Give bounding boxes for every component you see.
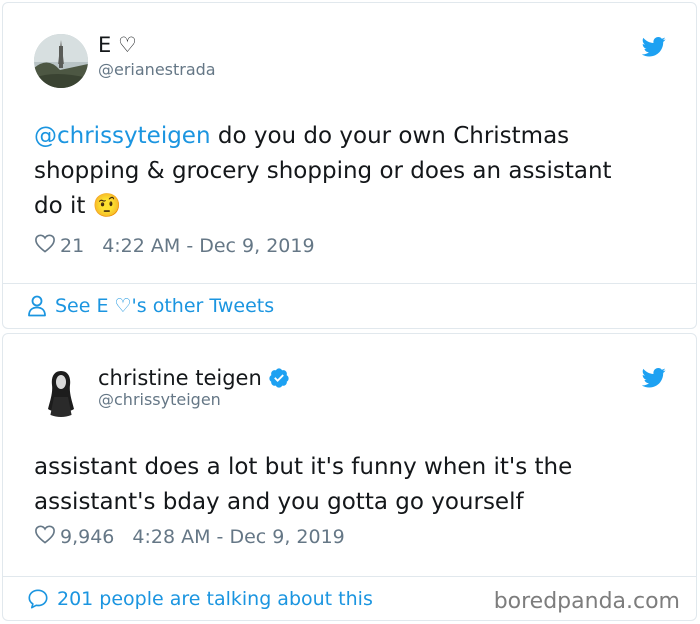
avatar[interactable] [34,363,88,417]
person-icon [28,295,46,317]
speech-bubble-icon [28,589,48,609]
like-count: 21 [60,234,85,257]
conversation-link[interactable]: 201 people are talking about this [27,588,373,610]
divider [3,283,696,284]
tweet-meta: 9,946 4:28 AM - Dec 9, 2019 [34,524,345,549]
timestamp[interactable]: 4:22 AM - Dec 9, 2019 [102,235,314,257]
heart-icon[interactable] [34,233,56,258]
see-other-tweets-link[interactable]: See E ♡'s other Tweets [27,295,274,317]
timestamp[interactable]: 4:28 AM - Dec 9, 2019 [132,526,344,548]
twitter-bird-icon[interactable] [641,37,666,61]
see-other-tweets-label[interactable]: See E ♡'s other Tweets [55,295,274,317]
conversation-label[interactable]: 201 people are talking about this [57,588,373,610]
tweet-text: @chrissyteigen do you do your own Christ… [34,119,612,224]
like-count: 9,946 [60,525,115,548]
avatar[interactable] [34,34,88,88]
handle[interactable]: @chrissyteigen [98,390,221,409]
tweet-card-1: E ♡ @erianestrada @chrissyteigen do you … [2,2,697,329]
display-name[interactable]: christine teigen [98,366,262,390]
mention-link[interactable]: @chrissyteigen [34,123,211,149]
tweet-text: assistant does a lot but it's funny when… [34,454,573,515]
raised-eyebrow-emoji: 🤨 [92,193,122,219]
handle[interactable]: @erianestrada [98,60,216,79]
watermark: boredpanda.com [493,589,680,614]
tweet-meta: 21 4:22 AM - Dec 9, 2019 [34,233,315,258]
display-name-row: christine teigen [98,366,290,390]
twitter-bird-icon[interactable] [641,368,666,392]
tweet-card-2: christine teigen @chrissyteigen assistan… [2,333,697,621]
verified-badge-icon [268,367,290,389]
heart-icon[interactable] [34,524,56,549]
display-name[interactable]: E ♡ [98,33,137,57]
divider [3,576,696,577]
